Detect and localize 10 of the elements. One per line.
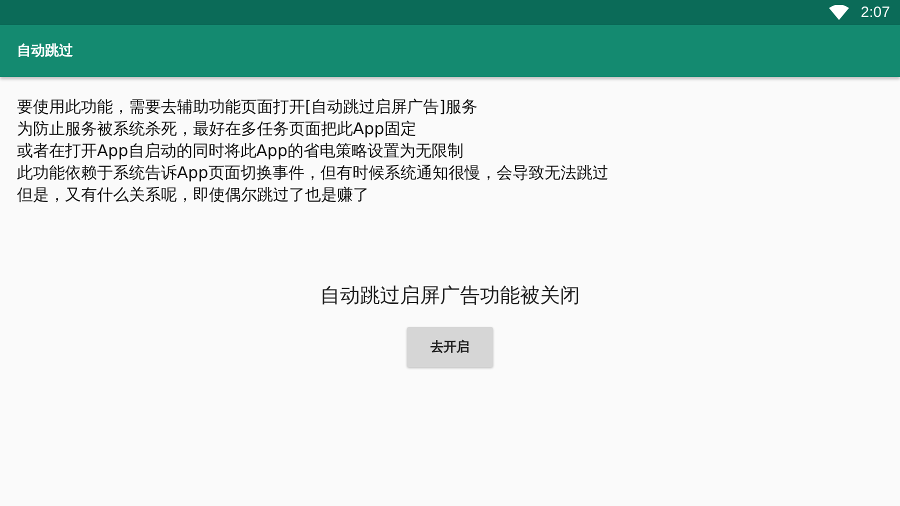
enable-button[interactable]: 去开启 [407, 327, 493, 367]
notice-line: 但是，又有什么关系呢，即使偶尔跳过了也是赚了 [17, 184, 370, 206]
notice-line: 此功能依赖于系统告诉App页面切换事件，但有时候系统通知很慢，会导致无法跳过 [17, 162, 608, 184]
app-title: 自动跳过 [17, 42, 73, 60]
notice-line: 或者在打开App自启动的同时将此App的省电策略设置为无限制 [17, 140, 465, 162]
notice-line: 为防止服务被系统杀死，最好在多任务页面把此App固定 [17, 118, 418, 140]
status-message: 自动跳过启屏广告功能被关闭 [320, 282, 580, 309]
notice-line: 要使用此功能，需要去辅助功能页面打开[自动跳过启屏广告]服务 [17, 96, 478, 118]
status-time: 2:07 [860, 4, 890, 21]
wifi-icon [828, 5, 849, 20]
